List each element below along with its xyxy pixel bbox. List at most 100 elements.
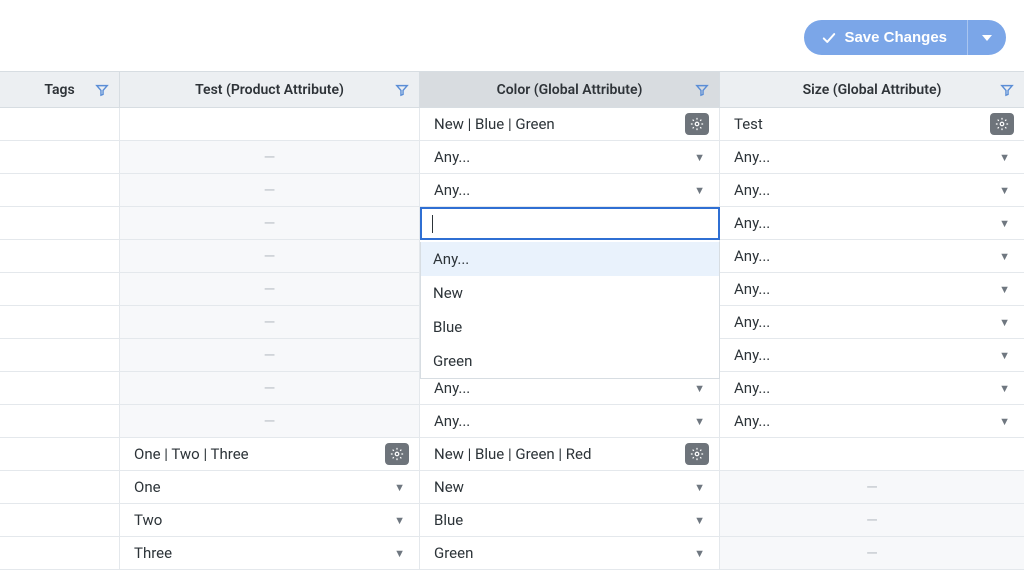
cell-size[interactable]: — — [720, 504, 1024, 537]
cell-size-select[interactable]: Any...▼ — [720, 339, 1024, 372]
dropdown-option-new[interactable]: New — [421, 276, 719, 310]
header-tags[interactable]: Tags — [0, 72, 120, 108]
cell-color-header[interactable]: New | Blue | Green | Red — [420, 438, 720, 471]
cell-color-select[interactable]: Any...▼ — [420, 174, 720, 207]
cell-test[interactable]: — — [120, 141, 420, 174]
chevron-down-icon: ▼ — [999, 316, 1010, 329]
header-label: Size (Global Attribute) — [803, 82, 942, 98]
cell-value: New | Blue | Green — [434, 115, 555, 133]
cell-tags[interactable] — [0, 141, 120, 174]
cell-size-select[interactable]: Any...▼ — [720, 306, 1024, 339]
dropdown-option-green[interactable]: Green — [421, 344, 719, 378]
cell-size[interactable]: — — [720, 471, 1024, 504]
cell-color-select[interactable]: Blue▼ — [420, 504, 720, 537]
chevron-down-icon: ▼ — [999, 283, 1010, 296]
cell-value: Any... — [734, 181, 770, 199]
cell-test[interactable]: — — [120, 174, 420, 207]
cell-test[interactable]: — — [120, 339, 420, 372]
cell-tags[interactable] — [0, 537, 120, 570]
cell-value: Any... — [734, 214, 770, 232]
cell-color-header[interactable]: New | Blue | Green — [420, 108, 720, 141]
cell-test[interactable]: — — [120, 372, 420, 405]
gear-button[interactable] — [385, 443, 409, 465]
cell-value: Any... — [434, 148, 470, 166]
cell-color-select[interactable]: Green▼ — [420, 537, 720, 570]
filter-icon[interactable] — [95, 83, 109, 97]
cell-color-input[interactable] — [420, 207, 720, 240]
chevron-down-icon: ▼ — [999, 250, 1010, 263]
cell-tags[interactable] — [0, 108, 120, 141]
cell-test[interactable]: — — [120, 306, 420, 339]
header-size[interactable]: Size (Global Attribute) — [720, 72, 1024, 108]
cell-color-select[interactable]: Any...▼ — [420, 405, 720, 438]
cell-tags[interactable] — [0, 405, 120, 438]
dash: — — [734, 544, 1010, 562]
cell-size[interactable] — [720, 438, 1024, 471]
cell-value: New — [434, 478, 464, 496]
dash: — — [734, 511, 1010, 529]
chevron-down-icon: ▼ — [394, 514, 405, 527]
cell-size-select[interactable]: Any...▼ — [720, 372, 1024, 405]
save-button[interactable]: Save Changes — [804, 20, 967, 55]
gear-button[interactable] — [990, 113, 1014, 135]
dropdown-option-blue[interactable]: Blue — [421, 310, 719, 344]
cell-test[interactable]: — — [120, 273, 420, 306]
header-color[interactable]: Color (Global Attribute) — [420, 72, 720, 108]
cell-value: Any... — [434, 379, 470, 397]
cell-tags[interactable] — [0, 273, 120, 306]
cell-size-select[interactable]: Any... ▼ — [720, 240, 1024, 273]
cell-size-header[interactable]: Test — [720, 108, 1024, 141]
cell-tags[interactable] — [0, 306, 120, 339]
dash: — — [134, 181, 405, 199]
table-row: Two▼ Blue▼ — — [0, 504, 1024, 537]
cell-test[interactable]: — — [120, 240, 420, 273]
dropdown-panel: Any... New Blue Green — [420, 242, 720, 379]
header-label: Tags — [44, 82, 74, 98]
cell-tags[interactable] — [0, 504, 120, 537]
filter-icon[interactable] — [695, 83, 709, 97]
cell-size-select[interactable]: Any...▼ — [720, 405, 1024, 438]
cell-tags[interactable] — [0, 174, 120, 207]
cell-value: Any... — [734, 247, 770, 265]
cell-color-select[interactable]: New▼ — [420, 471, 720, 504]
cell-tags[interactable] — [0, 207, 120, 240]
gear-button[interactable] — [685, 113, 709, 135]
dropdown-option-any[interactable]: Any... — [421, 242, 719, 276]
cell-size-select[interactable]: Any...▼ — [720, 273, 1024, 306]
save-label: Save Changes — [844, 29, 947, 46]
cell-tags[interactable] — [0, 372, 120, 405]
cell-test-select[interactable]: Two▼ — [120, 504, 420, 537]
cell-size-select[interactable]: Any...▼ — [720, 207, 1024, 240]
cell-tags[interactable] — [0, 339, 120, 372]
gear-icon — [390, 447, 404, 461]
header-test[interactable]: Test (Product Attribute) — [120, 72, 420, 108]
cell-test-select[interactable]: One▼ — [120, 471, 420, 504]
gear-button[interactable] — [685, 443, 709, 465]
filter-icon[interactable] — [1000, 83, 1014, 97]
cell-tags[interactable] — [0, 438, 120, 471]
cell-size[interactable]: — — [720, 537, 1024, 570]
option-label: New — [433, 284, 463, 302]
cell-test-header[interactable]: One | Two | Three — [120, 438, 420, 471]
cell-tags[interactable] — [0, 240, 120, 273]
filter-icon[interactable] — [395, 83, 409, 97]
cell-value: Any... — [734, 379, 770, 397]
check-icon — [822, 31, 836, 45]
table-row: — Any...▼ Any...▼ — [0, 405, 1024, 438]
header-label: Color (Global Attribute) — [497, 82, 643, 98]
chevron-down-icon: ▼ — [394, 547, 405, 560]
cell-size-select[interactable]: Any...▼ — [720, 174, 1024, 207]
cell-test[interactable]: — — [120, 405, 420, 438]
cell-value: Any... — [434, 412, 470, 430]
cell-value: Blue — [434, 511, 463, 529]
cell-test[interactable] — [120, 108, 420, 141]
cell-tags[interactable] — [0, 471, 120, 504]
save-dropdown-button[interactable] — [967, 20, 1006, 55]
chevron-down-icon: ▼ — [999, 349, 1010, 362]
cell-value: Three — [134, 544, 172, 562]
cell-color-select[interactable]: Any...▼ — [420, 141, 720, 174]
cell-value: Any... — [734, 148, 770, 166]
cell-size-select[interactable]: Any...▼ — [720, 141, 1024, 174]
cell-test[interactable]: — — [120, 207, 420, 240]
cell-test-select[interactable]: Three ▼ — [120, 537, 420, 570]
